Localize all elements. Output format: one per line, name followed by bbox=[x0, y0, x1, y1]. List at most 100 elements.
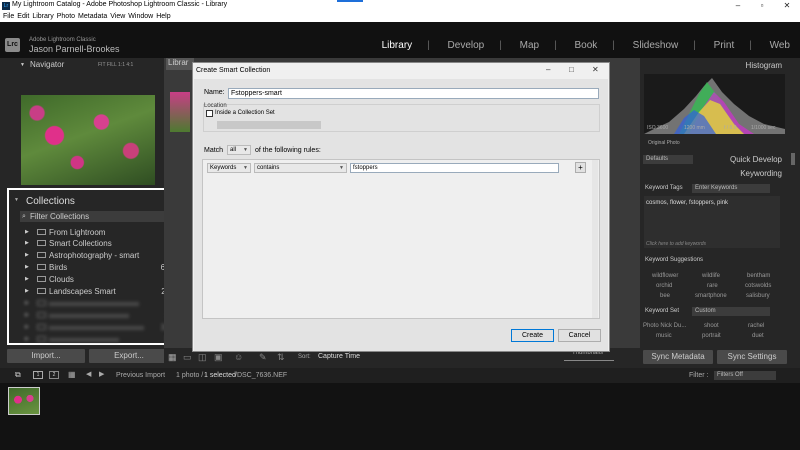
sync-settings-button[interactable]: Sync Settings bbox=[717, 350, 787, 364]
back-arrow-icon[interactable]: ◀ bbox=[86, 370, 91, 378]
suggestion[interactable]: wildlife bbox=[702, 273, 720, 279]
rule-operator-select[interactable]: contains ▼ bbox=[254, 163, 347, 173]
suggestion[interactable]: bee bbox=[660, 293, 670, 299]
forward-arrow-icon[interactable]: ▶ bbox=[99, 370, 104, 378]
menu-view[interactable]: View bbox=[110, 12, 125, 22]
rule-value-input[interactable]: fstoppers bbox=[350, 163, 559, 173]
collection-item[interactable]: ▶11 bbox=[9, 298, 184, 309]
survey-view-icon[interactable]: ▣ bbox=[214, 352, 223, 363]
sync-metadata-button[interactable]: Sync Metadata bbox=[643, 350, 713, 364]
set-keyword[interactable]: Photo Nick Du... bbox=[643, 323, 686, 329]
module-develop[interactable]: Develop bbox=[448, 40, 485, 51]
page-2-button[interactable]: 2 bbox=[49, 371, 59, 379]
keyword-set-select[interactable]: Custom bbox=[692, 307, 770, 316]
menu-library[interactable]: Library bbox=[32, 12, 53, 22]
cancel-button[interactable]: Cancel bbox=[558, 329, 601, 342]
collection-item[interactable]: ▶ From Lightroom bbox=[9, 227, 184, 238]
set-keyword[interactable]: shoot bbox=[704, 323, 719, 329]
navigator-header[interactable]: ▼ Navigator FIT FILL 1:1 4:1 bbox=[0, 60, 191, 72]
close-button[interactable]: ✕ bbox=[775, 0, 799, 12]
keyword-tags-select[interactable]: Enter Keywords bbox=[692, 184, 770, 193]
match-select[interactable]: all ▼ bbox=[227, 145, 251, 155]
sort-value[interactable]: Capture Time bbox=[318, 353, 360, 360]
expand-arrow-icon[interactable]: ▶ bbox=[25, 238, 29, 249]
thumbnail-size-slider[interactable] bbox=[564, 360, 614, 361]
collection-item[interactable]: ▶337 bbox=[9, 322, 184, 333]
set-keyword[interactable]: rachel bbox=[748, 323, 764, 329]
inside-set-checkbox[interactable] bbox=[206, 110, 213, 117]
people-view-icon[interactable]: ☺ bbox=[234, 352, 243, 362]
suggestion[interactable]: bentham bbox=[747, 273, 770, 279]
menu-photo[interactable]: Photo bbox=[57, 12, 75, 22]
shutter-value: 1/1000 sec bbox=[751, 125, 776, 131]
loupe-view-icon[interactable]: ▭ bbox=[183, 352, 192, 363]
zoom-options[interactable]: FIT FILL 1:1 4:1 bbox=[98, 62, 133, 68]
suggestion[interactable]: cotswolds bbox=[745, 283, 771, 289]
collection-item[interactable]: ▶Clouds84 bbox=[9, 274, 184, 285]
suggestion[interactable]: rare bbox=[707, 283, 718, 289]
source-label[interactable]: Previous Import bbox=[116, 372, 165, 379]
filter-select[interactable]: Filters Off bbox=[714, 371, 776, 380]
collection-item[interactable]: ▶17 bbox=[9, 310, 184, 321]
keywords-textarea[interactable]: cosmos, flower, fstoppers, pink Click he… bbox=[644, 196, 780, 248]
second-window-icon[interactable]: ⧉ bbox=[15, 370, 21, 380]
menu-edit[interactable]: Edit bbox=[17, 12, 29, 22]
menu-help[interactable]: Help bbox=[156, 12, 170, 22]
collection-item[interactable]: ▶91 bbox=[9, 334, 184, 345]
sort-direction-icon[interactable]: ⇅ bbox=[277, 352, 285, 363]
suggestion[interactable]: smartphone bbox=[695, 293, 727, 299]
collection-item[interactable]: ▶Astrophotography - smart24 bbox=[9, 250, 184, 261]
filter-collections-input[interactable]: ⌕ Filter Collections bbox=[20, 211, 181, 222]
suggestion[interactable]: salisbury bbox=[746, 293, 770, 299]
set-keyword[interactable]: portrait bbox=[702, 333, 721, 339]
expand-arrow-icon[interactable]: ▶ bbox=[25, 262, 29, 273]
dialog-close-icon[interactable]: ✕ bbox=[592, 65, 599, 74]
compare-view-icon[interactable]: ◫ bbox=[198, 352, 207, 363]
collection-item[interactable]: ▶ Smart Collections bbox=[9, 238, 184, 249]
suggestion[interactable]: orchid bbox=[656, 283, 672, 289]
export-button[interactable]: Export... bbox=[89, 349, 169, 363]
painter-icon[interactable]: ✎ bbox=[259, 352, 267, 363]
import-button[interactable]: Import... bbox=[7, 349, 85, 363]
name-input[interactable]: Fstoppers-smart bbox=[228, 88, 599, 99]
module-map[interactable]: Map bbox=[520, 40, 539, 51]
collection-item[interactable]: ▶Birds613 bbox=[9, 262, 184, 273]
rules-list: Keywords ▼ contains ▼ fstoppers + bbox=[202, 159, 600, 319]
grid-icon[interactable]: ▦ bbox=[68, 370, 76, 379]
rules-scrollbar[interactable] bbox=[592, 160, 598, 318]
module-slideshow[interactable]: Slideshow bbox=[633, 40, 679, 51]
filmstrip-thumbnail[interactable] bbox=[8, 387, 40, 415]
dialog-maximize-icon[interactable]: □ bbox=[569, 65, 574, 74]
dialog-minimize-icon[interactable]: – bbox=[546, 65, 550, 74]
module-web[interactable]: Web bbox=[770, 40, 790, 51]
window-title: My Lightroom Catalog - Adobe Photoshop L… bbox=[12, 1, 228, 8]
panel-scrollbar[interactable] bbox=[791, 153, 795, 165]
collapse-triangle-icon[interactable]: ▼ bbox=[14, 197, 19, 203]
set-keyword[interactable]: duet bbox=[752, 333, 764, 339]
create-button[interactable]: Create bbox=[511, 329, 554, 342]
histogram-header[interactable]: Histogram bbox=[640, 61, 790, 73]
rule-field-select[interactable]: Keywords ▼ bbox=[207, 163, 251, 173]
keywording-header[interactable]: Keywording bbox=[640, 169, 790, 181]
navigator-preview[interactable] bbox=[21, 95, 155, 185]
add-rule-button[interactable]: + bbox=[575, 162, 586, 173]
menu-file[interactable]: File bbox=[3, 12, 14, 22]
quick-develop-header[interactable]: Quick Develop bbox=[640, 155, 790, 167]
expand-arrow-icon[interactable]: ▶ bbox=[25, 250, 29, 261]
maximize-button[interactable]: ▫ bbox=[750, 0, 774, 12]
module-print[interactable]: Print bbox=[714, 40, 735, 51]
menu-window[interactable]: Window bbox=[128, 12, 153, 22]
menu-metadata[interactable]: Metadata bbox=[78, 12, 107, 22]
page-1-button[interactable]: 1 bbox=[33, 371, 43, 379]
suggestion[interactable]: wildflower bbox=[652, 273, 678, 279]
module-book[interactable]: Book bbox=[574, 40, 597, 51]
minimize-button[interactable]: – bbox=[726, 0, 750, 12]
set-keyword[interactable]: music bbox=[656, 333, 672, 339]
grid-view-icon[interactable]: ▦ bbox=[168, 352, 177, 363]
expand-arrow-icon[interactable]: ▶ bbox=[25, 274, 29, 285]
collection-item[interactable]: ▶Landscapes Smart211 bbox=[9, 286, 184, 297]
expand-arrow-icon[interactable]: ▶ bbox=[25, 227, 29, 238]
expand-arrow-icon[interactable]: ▶ bbox=[25, 286, 29, 297]
grid-thumbnail[interactable] bbox=[170, 92, 190, 132]
module-library[interactable]: Library bbox=[382, 40, 413, 51]
